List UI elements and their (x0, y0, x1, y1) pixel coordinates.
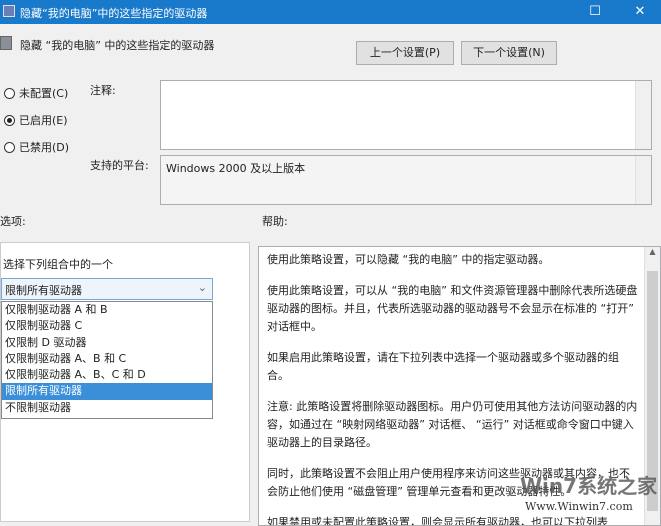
help-paragraph: 使用此策略设置，可以隐藏 “我的电脑” 中的指定驱动器。 (267, 253, 550, 266)
watermark-brand: Win7系统之家 (520, 474, 658, 498)
prev-setting-button[interactable]: 上一个设置(P) (356, 41, 454, 65)
help-paragraph: 如果禁用或未配置此策略设置，则会显示所有驱动器，也可以下拉列表 (267, 516, 608, 526)
dropdown-option[interactable]: 仅限制驱动器 A、B、C 和 D (2, 367, 212, 383)
policy-icon (0, 36, 12, 50)
radio-circle (4, 141, 15, 153)
radio-label: 未配置(C) (19, 87, 69, 100)
app-icon (3, 5, 15, 17)
dropdown-option[interactable]: 不限制驱动器 (2, 400, 212, 416)
drive-combo[interactable]: 限制所有驱动器 ⌄ (1, 278, 213, 300)
help-label: 帮助: (262, 215, 288, 228)
radio-not-configured[interactable]: 未配置(C) (4, 85, 68, 101)
options-prompt: 选择下列组合中的一个 (3, 258, 113, 271)
next-setting-button[interactable]: 下一个设置(N) (461, 41, 557, 65)
dropdown-option[interactable]: 仅限制 D 驱动器 (2, 335, 212, 351)
comment-label: 注释: (90, 84, 116, 97)
chevron-down-icon: ⌄ (197, 281, 207, 294)
radio-label: 已禁用(D) (19, 141, 70, 154)
dropdown-option[interactable]: 仅限制驱动器 C (2, 318, 212, 334)
comment-input[interactable] (160, 80, 652, 150)
drive-dropdown-list: 仅限制驱动器 A 和 B 仅限制驱动器 C 仅限制 D 驱动器 仅限制驱动器 A… (1, 301, 213, 419)
watermark-url: Www.Winwin7.com (525, 500, 633, 513)
help-paragraph: 使用此策略设置，可以从 “我的电脑” 和文件资源管理器中删除代表所选硬盘驱动器的… (267, 284, 638, 333)
platform-scrollbar[interactable] (635, 156, 651, 204)
radio-disabled[interactable]: 已禁用(D) (4, 139, 69, 155)
help-paragraph: 如果启用此策略设置，请在下拉列表中选择一个驱动器或多个驱动器的组合。 (267, 351, 619, 382)
close-button[interactable]: ✕ (630, 2, 650, 22)
radio-label: 已启用(E) (19, 114, 68, 127)
combo-value: 限制所有驱动器 (5, 284, 82, 297)
dropdown-option[interactable]: 仅限制驱动器 A 和 B (2, 302, 212, 318)
maximize-button[interactable]: ☐ (585, 2, 605, 22)
help-paragraph: 注意: 此策略设置将删除驱动器图标。用户仍可使用其他方法访问驱动器的内容，如通过… (267, 400, 638, 449)
options-panel: 选择下列组合中的一个 限制所有驱动器 ⌄ 仅限制驱动器 A 和 B 仅限制驱动器… (0, 242, 250, 522)
platform-field: Windows 2000 及以上版本 (160, 155, 652, 205)
dropdown-option[interactable]: 仅限制驱动器 A、B 和 C (2, 351, 212, 367)
window-title: 隐藏“我的电脑”中的这些指定的驱动器 (20, 7, 208, 20)
comment-scrollbar[interactable] (635, 81, 651, 149)
options-label: 选项: (0, 215, 26, 228)
radio-enabled[interactable]: 已启用(E) (4, 112, 68, 128)
dropdown-option-selected[interactable]: 限制所有驱动器 (2, 383, 212, 400)
title-bar: 隐藏“我的电脑”中的这些指定的驱动器 ☐ ✕ (0, 0, 661, 24)
platform-label: 支持的平台: (90, 159, 149, 172)
radio-circle (4, 114, 15, 126)
policy-name: 隐藏 “我的电脑” 中的这些指定的驱动器 (20, 39, 215, 52)
radio-circle (4, 87, 15, 99)
platform-value: Windows 2000 及以上版本 (166, 162, 306, 175)
scroll-up-icon[interactable]: ▲ (645, 247, 660, 256)
